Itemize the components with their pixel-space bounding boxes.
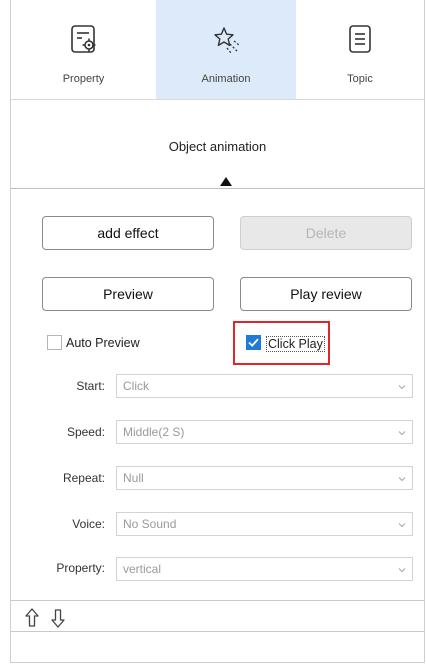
move-up-icon[interactable] <box>23 607 41 629</box>
property-select[interactable]: vertical <box>116 557 413 581</box>
property-value: vertical <box>123 562 162 576</box>
move-down-icon[interactable] <box>49 607 67 629</box>
repeat-select[interactable]: Null <box>116 466 413 490</box>
voice-value: No Sound <box>123 517 177 531</box>
start-select[interactable]: Click <box>116 374 413 398</box>
tab-property[interactable]: Property <box>11 0 156 99</box>
tab-animation-label: Animation <box>201 73 251 85</box>
animation-star-icon <box>214 27 240 54</box>
highlight-box <box>233 321 330 365</box>
auto-preview-checkbox[interactable]: Auto Preview <box>47 335 167 353</box>
auto-preview-label: Auto Preview <box>66 336 140 350</box>
section-title: Object animation <box>168 139 267 154</box>
panel-tabs: Property Animation Topic <box>11 0 424 99</box>
tab-topic[interactable]: Topic <box>296 0 424 99</box>
chevron-down-icon <box>398 568 406 573</box>
tab-topic-label: Topic <box>347 73 373 85</box>
tab-divider <box>11 99 424 100</box>
add-effect-button[interactable]: add effect <box>42 216 214 250</box>
tab-animation[interactable]: Animation <box>156 0 296 99</box>
topic-document-icon <box>349 25 371 53</box>
start-label: Start: <box>76 379 105 393</box>
chevron-down-icon <box>398 523 406 528</box>
footer-divider-top <box>11 600 424 601</box>
repeat-label: Repeat: <box>62 471 105 485</box>
delete-button[interactable]: Delete <box>240 216 412 250</box>
tab-property-label: Property <box>62 73 105 85</box>
chevron-down-icon <box>398 477 406 482</box>
play-review-button[interactable]: Play review <box>240 277 412 311</box>
chevron-down-icon <box>398 431 406 436</box>
footer-divider-bottom <box>11 631 424 632</box>
chevron-down-icon <box>398 385 406 390</box>
voice-select[interactable]: No Sound <box>116 512 413 536</box>
speed-value: Middle(2 S) <box>123 425 185 439</box>
speed-select[interactable]: Middle(2 S) <box>116 420 413 444</box>
property-label: Property: <box>56 561 105 575</box>
preview-button[interactable]: Preview <box>42 277 214 311</box>
animation-panel: Property Animation Topic Object animatio… <box>10 0 425 663</box>
speed-label: Speed: <box>66 425 105 439</box>
property-settings-icon <box>70 25 95 53</box>
auto-preview-box[interactable] <box>47 335 62 350</box>
voice-label: Voice: <box>72 517 105 531</box>
section-pointer-arrow <box>220 177 232 186</box>
start-value: Click <box>123 379 149 393</box>
repeat-value: Null <box>123 471 144 485</box>
section-divider <box>11 188 424 189</box>
